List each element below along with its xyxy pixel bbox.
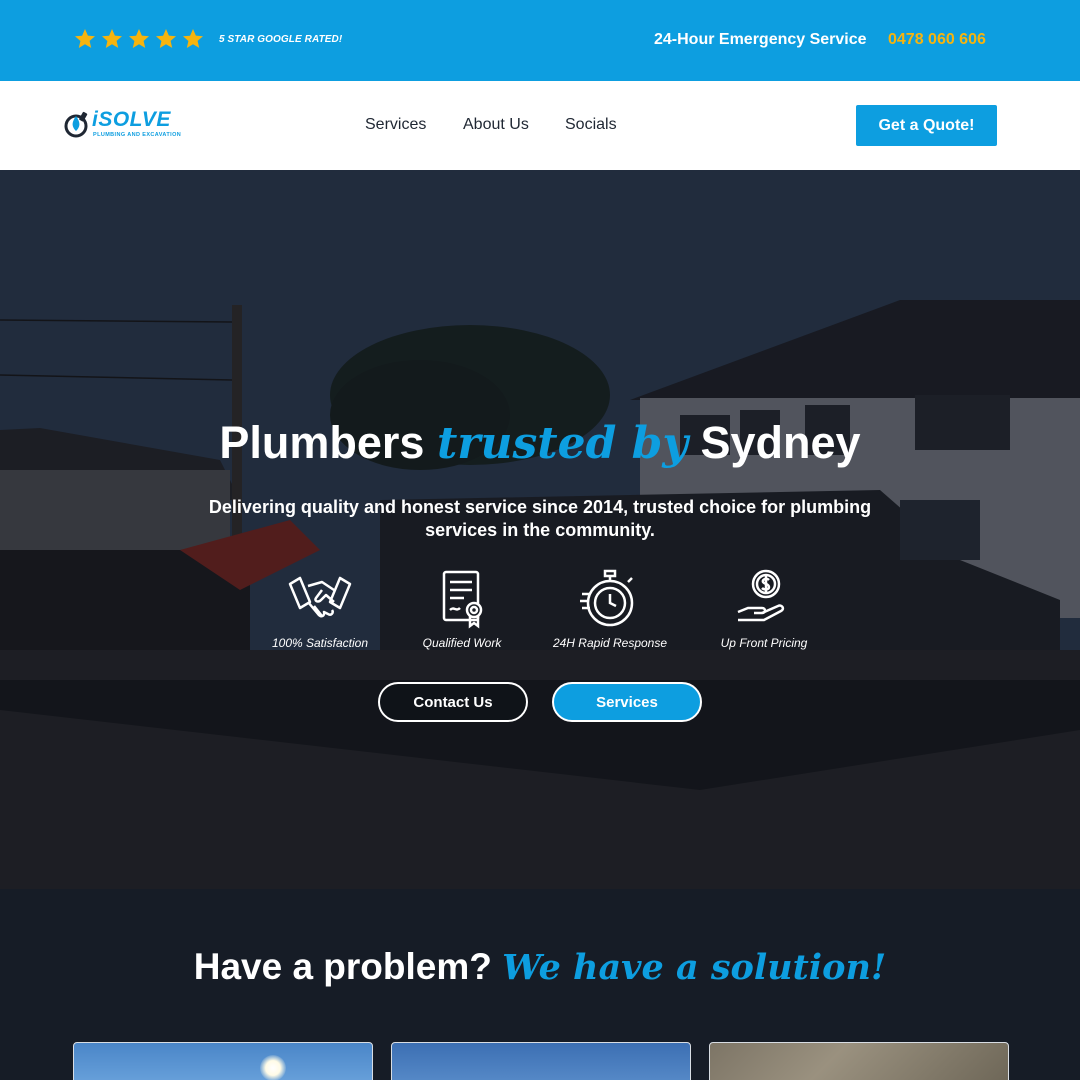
star-icon (73, 27, 97, 51)
hero-title-start: Plumbers (219, 417, 425, 468)
stopwatch-icon (580, 569, 634, 627)
problem-title-accent: We have a solution! (502, 947, 887, 988)
feature-label: Qualified Work (422, 636, 502, 650)
service-card[interactable] (391, 1042, 691, 1080)
emergency-service-text: 24-Hour Emergency Service (654, 31, 867, 48)
wrench-drop-icon (64, 111, 88, 138)
get-a-quote-button[interactable]: Get a Quote! (856, 105, 997, 146)
hero-title: Plumbers trusted by Sydney (0, 417, 1080, 469)
problem-section-title: Have a problem? We have a solution! (0, 946, 1080, 988)
feature-label: 100% Satisfaction (271, 636, 369, 650)
star-icon (181, 27, 205, 51)
hero-subtitle: Delivering quality and honest service si… (208, 497, 872, 540)
top-bar: 5 STAR GOOGLE RATED! 24-Hour Emergency S… (0, 0, 1080, 81)
isolve-logo[interactable]: iSOLVE PLUMBING AND EXCAVATION (64, 108, 194, 142)
star-icon (154, 27, 178, 51)
logo-wordmark: iSOLVE (92, 108, 171, 131)
logo-tagline: PLUMBING AND EXCAVATION (93, 132, 182, 138)
feature-satisfaction: 100% Satisfaction (245, 568, 395, 650)
certificate-icon (442, 570, 483, 629)
feature-label: Up Front Pricing (720, 636, 808, 650)
star-rating (73, 27, 205, 51)
star-icon (100, 27, 124, 51)
feature-qualified: Qualified Work (387, 568, 537, 650)
feature-pricing: Up Front Pricing (689, 568, 839, 650)
nav-link-about-us[interactable]: About Us (463, 116, 529, 134)
problem-title-start: Have a problem? (193, 946, 492, 987)
sun-glare (260, 1055, 286, 1080)
phone-number-link[interactable]: 0478 060 606 (888, 31, 986, 49)
contact-us-button[interactable]: Contact Us (378, 682, 528, 722)
feature-label: 24H Rapid Response (552, 636, 668, 650)
feature-rapid-response: 24H Rapid Response (535, 568, 685, 650)
nav-link-socials[interactable]: Socials (565, 116, 617, 134)
handshake-icon (288, 576, 352, 618)
google-rating-label: 5 STAR GOOGLE RATED! (219, 34, 343, 45)
hero-title-end: Sydney (700, 417, 861, 468)
hand-coin-icon (737, 569, 785, 622)
nav-link-services[interactable]: Services (365, 116, 426, 134)
service-card[interactable] (709, 1042, 1009, 1080)
star-icon (127, 27, 151, 51)
service-card[interactable] (73, 1042, 373, 1080)
services-button[interactable]: Services (552, 682, 702, 722)
hero-title-accent: trusted by (436, 418, 688, 469)
